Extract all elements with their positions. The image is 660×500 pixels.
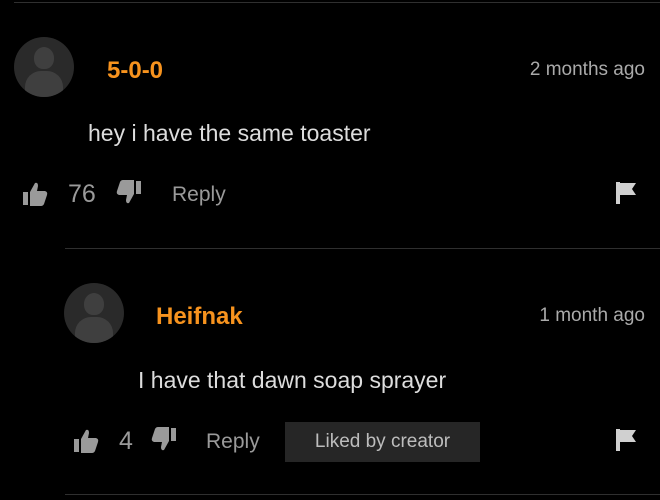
- avatar-head: [84, 293, 104, 315]
- comment-timestamp: 1 month ago: [539, 305, 645, 326]
- bottom-divider: [65, 494, 660, 495]
- reply-button[interactable]: Reply: [172, 183, 226, 207]
- avatar[interactable]: [64, 283, 124, 343]
- avatar-body: [75, 317, 113, 343]
- thumbs-up-icon[interactable]: [73, 428, 99, 459]
- comment-username[interactable]: Heifnak: [156, 303, 243, 331]
- comment-text: hey i have the same toaster: [88, 120, 371, 146]
- comment-username[interactable]: 5-0-0: [107, 57, 163, 85]
- avatar[interactable]: [14, 37, 74, 97]
- like-count: 4: [119, 427, 133, 455]
- comment-text: I have that dawn soap sprayer: [138, 367, 447, 393]
- liked-by-creator-badge: Liked by creator: [285, 422, 480, 462]
- reply-button[interactable]: Reply: [206, 430, 260, 454]
- avatar-head: [34, 47, 54, 69]
- top-divider: [14, 2, 660, 3]
- like-count: 76: [68, 180, 96, 208]
- avatar-body: [25, 71, 63, 97]
- thumbs-down-icon[interactable]: [151, 426, 177, 457]
- thumbs-down-icon[interactable]: [116, 179, 142, 210]
- comment-timestamp: 2 months ago: [529, 59, 645, 80]
- flag-icon[interactable]: [615, 181, 637, 210]
- flag-icon[interactable]: [615, 428, 637, 457]
- comment-divider: [65, 248, 660, 249]
- thumbs-up-icon[interactable]: [22, 181, 48, 212]
